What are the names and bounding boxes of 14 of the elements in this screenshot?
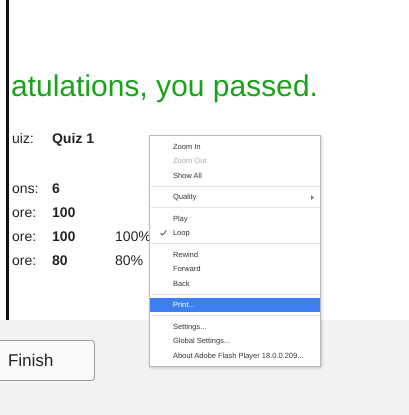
percent-value: 80% [115,252,144,268]
field-value: 100 [52,204,76,220]
field-value: 100 [52,228,76,244]
finish-button[interactable]: Finish [0,340,95,381]
field-value: Quiz 1 [52,130,96,146]
field-label: ore: [12,252,38,268]
field-label: uiz: [12,130,35,146]
field-label: ore: [12,228,38,244]
field-value: 80 [52,252,69,268]
field-label: ons: [12,180,40,196]
congratulations-heading: atulations, you passed. [11,69,319,104]
field-label: ore: [12,204,38,220]
percent-value: 100% [115,228,152,244]
field-value: 6 [52,180,61,196]
